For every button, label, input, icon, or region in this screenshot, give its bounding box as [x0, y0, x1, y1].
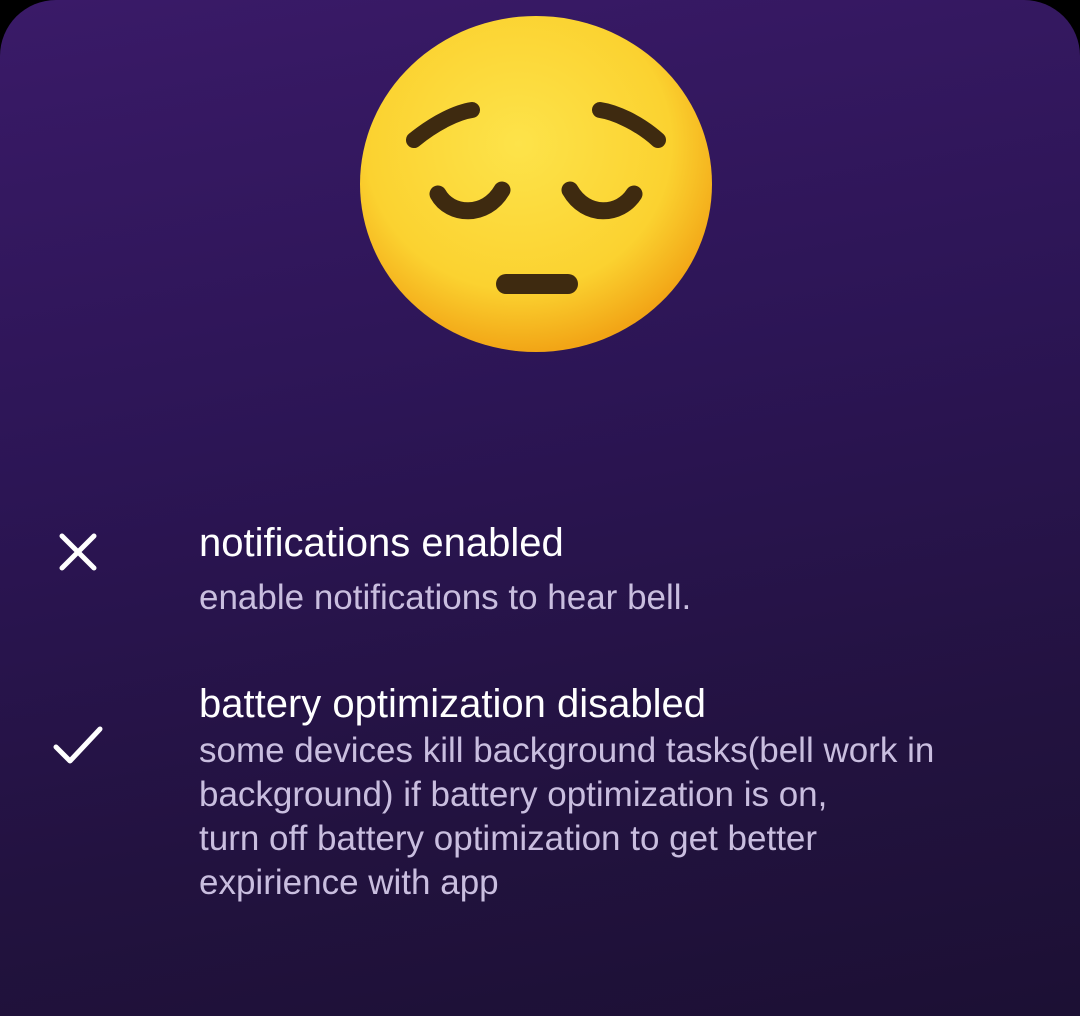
check-icon: [53, 726, 103, 764]
notifications-status-row[interactable]: notifications enabled enable notificatio…: [0, 510, 1080, 620]
battery-status-row[interactable]: battery optimization disabled some devic…: [0, 675, 1080, 910]
battery-title: battery optimization disabled: [199, 682, 706, 726]
notifications-description: enable notifications to hear bell.: [199, 578, 692, 617]
pensive-face-icon: [360, 16, 712, 352]
status-dialog: notifications enabled enable notificatio…: [0, 0, 1080, 1016]
notifications-title: notifications enabled: [199, 521, 564, 565]
battery-description: some devices kill background tasks(bell …: [199, 731, 935, 902]
close-icon: [59, 533, 97, 571]
